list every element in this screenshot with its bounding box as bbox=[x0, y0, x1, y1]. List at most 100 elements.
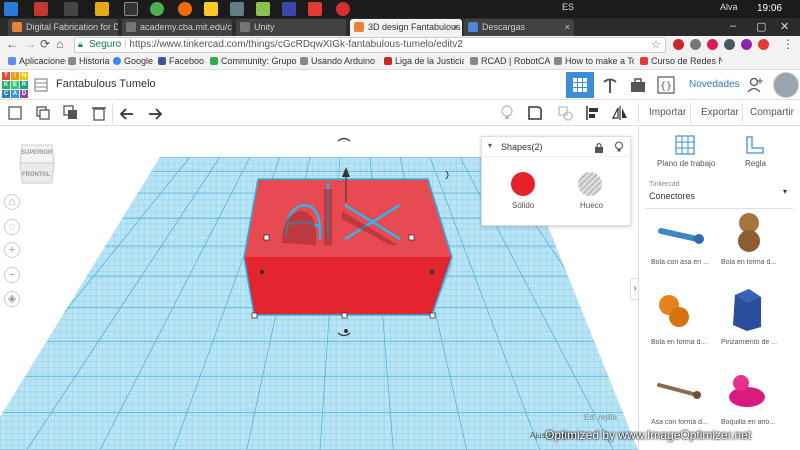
part-label[interactable]: Boquilla en ano... bbox=[721, 419, 785, 426]
ruler-icon[interactable] bbox=[745, 135, 765, 155]
bookmark-star-icon[interactable]: ☆ bbox=[651, 38, 661, 51]
handle-shape-icon[interactable] bbox=[653, 377, 703, 407]
clock[interactable]: 19:06 bbox=[757, 3, 782, 14]
zoom-out-button[interactable]: − bbox=[4, 267, 20, 283]
lock-icon[interactable] bbox=[594, 142, 604, 153]
view-cube-front-label[interactable]: FRONTAL bbox=[22, 172, 50, 178]
browser-tab-active[interactable]: 3D design Fantabulous T × bbox=[350, 19, 462, 36]
shape-library-dropdown[interactable]: Tinkercad Conectores ▾ bbox=[645, 177, 793, 209]
duplicate-button[interactable] bbox=[62, 104, 80, 122]
share-button[interactable]: Compartir bbox=[750, 107, 794, 118]
blocks-view-button[interactable] bbox=[596, 72, 624, 98]
undo-button[interactable] bbox=[118, 104, 136, 122]
hole-label[interactable]: Hueco bbox=[580, 201, 603, 210]
ungroup-button[interactable] bbox=[556, 104, 574, 122]
peanut-ball-icon[interactable] bbox=[657, 291, 693, 331]
collapse-chevron-icon[interactable]: ▾ bbox=[488, 141, 492, 150]
bookmark-item[interactable]: Community: Grupo bbox=[210, 56, 298, 66]
tab-close-icon[interactable]: × bbox=[453, 22, 458, 32]
taskbar-app-icon[interactable] bbox=[124, 2, 138, 16]
browser-tab[interactable]: academy.cba.mit.edu/cla bbox=[122, 19, 232, 36]
close-window-icon[interactable]: ✕ bbox=[780, 20, 789, 33]
home-icon[interactable]: ⌂ bbox=[56, 37, 63, 51]
extension-icon[interactable] bbox=[707, 39, 718, 50]
start-app-icon[interactable] bbox=[4, 2, 18, 16]
mirror-button[interactable] bbox=[611, 104, 629, 122]
zoom-in-button[interactable]: + bbox=[4, 242, 20, 258]
bookmark-item[interactable]: Google bbox=[113, 56, 153, 66]
maximize-icon[interactable]: ▢ bbox=[756, 20, 766, 33]
copy-button[interactable] bbox=[34, 104, 52, 122]
extension-icon[interactable] bbox=[741, 39, 752, 50]
browser-tab[interactable]: Descargas × bbox=[464, 19, 574, 36]
extension-icon[interactable] bbox=[758, 39, 769, 50]
ball-shape-icon[interactable] bbox=[731, 211, 767, 255]
view-cube-top-label[interactable]: SUPERIOR bbox=[21, 150, 52, 156]
ortho-view-button[interactable]: ◈ bbox=[4, 291, 20, 307]
ruler-label[interactable]: Regla bbox=[745, 159, 766, 168]
tinkercad-logo[interactable]: T I N K E R C A D bbox=[2, 72, 28, 98]
language-indicator[interactable]: ES bbox=[562, 2, 574, 12]
workplane-label[interactable]: Plano de trabajo bbox=[657, 159, 715, 168]
hole-swatch[interactable] bbox=[577, 171, 603, 197]
bookmark-item[interactable]: Liga de la Justicia | Se bbox=[384, 56, 464, 66]
import-button[interactable]: Importar bbox=[649, 107, 686, 118]
bookmark-item[interactable]: RCAD | RobotCAD bbox=[470, 56, 550, 66]
bookmark-item[interactable]: Curso de Redes Neu bbox=[640, 56, 722, 66]
fit-view-button[interactable]: ◌ bbox=[4, 219, 20, 235]
chrome-taskbar-icon[interactable] bbox=[150, 2, 164, 16]
bookmark-item[interactable]: Facebook bbox=[158, 56, 204, 66]
avatar[interactable] bbox=[773, 72, 799, 98]
back-icon[interactable]: ← bbox=[6, 37, 18, 51]
taskbar-app-icon[interactable] bbox=[95, 2, 109, 16]
light-bulb-button[interactable] bbox=[498, 104, 516, 122]
export-button[interactable]: Exportar bbox=[701, 107, 739, 118]
solid-label[interactable]: Sólido bbox=[512, 201, 534, 210]
taskbar-app-icon[interactable] bbox=[256, 2, 270, 16]
minimize-icon[interactable]: – bbox=[730, 20, 736, 32]
novedades-link[interactable]: Novedades bbox=[689, 79, 740, 90]
extension-icon[interactable] bbox=[724, 39, 735, 50]
nozzle-icon[interactable] bbox=[725, 371, 767, 411]
rotate-handle-icon[interactable] bbox=[337, 137, 351, 142]
design-title[interactable]: Fantabulous Tumelo bbox=[56, 78, 156, 90]
bookmark-item[interactable]: How to make a Toy R bbox=[554, 56, 634, 66]
part-label[interactable]: Bola en forma d... bbox=[651, 339, 715, 346]
codeblocks-view-button[interactable]: {} bbox=[652, 72, 680, 98]
part-label[interactable]: Pinzamiento de ... bbox=[721, 339, 785, 346]
add-user-button[interactable] bbox=[744, 72, 766, 98]
home-view-button[interactable]: ⌂ bbox=[4, 194, 20, 210]
part-label[interactable]: Asa con forma d... bbox=[651, 419, 715, 426]
red-box-front[interactable] bbox=[244, 257, 452, 315]
taskbar-app-icon[interactable] bbox=[64, 2, 78, 16]
group-button[interactable] bbox=[526, 104, 544, 122]
solid-color-swatch[interactable] bbox=[510, 171, 536, 197]
taskbar-app-icon[interactable] bbox=[308, 2, 322, 16]
folder-taskbar-icon[interactable] bbox=[204, 2, 218, 16]
view-cube[interactable]: SUPERIOR FRONTAL bbox=[18, 141, 56, 187]
bookmark-item[interactable]: Usando Arduino con bbox=[300, 56, 378, 66]
align-button[interactable] bbox=[584, 104, 602, 122]
bricks-view-button[interactable] bbox=[624, 72, 652, 98]
bookmark-item[interactable]: Historial bbox=[68, 56, 110, 66]
reload-icon[interactable]: ⟳ bbox=[40, 37, 50, 51]
bookmark-apps[interactable]: Aplicaciones bbox=[8, 56, 66, 66]
extension-icon[interactable] bbox=[690, 39, 701, 50]
forward-icon[interactable]: → bbox=[24, 37, 36, 51]
menu-kebab-icon[interactable]: ⋮ bbox=[782, 37, 794, 51]
delete-button[interactable] bbox=[90, 104, 108, 122]
browser-tab[interactable]: Unity bbox=[236, 19, 346, 36]
edit-grid-button[interactable]: Ed. rejilla bbox=[584, 413, 617, 422]
taskbar-app-icon[interactable] bbox=[282, 2, 296, 16]
pinch-connector-icon[interactable] bbox=[725, 287, 765, 333]
grid-view-button[interactable] bbox=[566, 72, 594, 98]
workplane-icon[interactable] bbox=[675, 135, 695, 155]
taskbar-app-icon[interactable] bbox=[336, 2, 350, 16]
taskbar-app-icon[interactable] bbox=[34, 2, 48, 16]
browser-tab[interactable]: Digital Fabrication for D bbox=[8, 19, 118, 36]
redo-button[interactable] bbox=[146, 104, 164, 122]
part-label[interactable]: Bola con asa en ... bbox=[651, 259, 715, 266]
extension-icon[interactable] bbox=[673, 39, 684, 50]
taskbar-app-icon[interactable] bbox=[178, 2, 192, 16]
ball-handle-icon[interactable] bbox=[655, 217, 705, 257]
